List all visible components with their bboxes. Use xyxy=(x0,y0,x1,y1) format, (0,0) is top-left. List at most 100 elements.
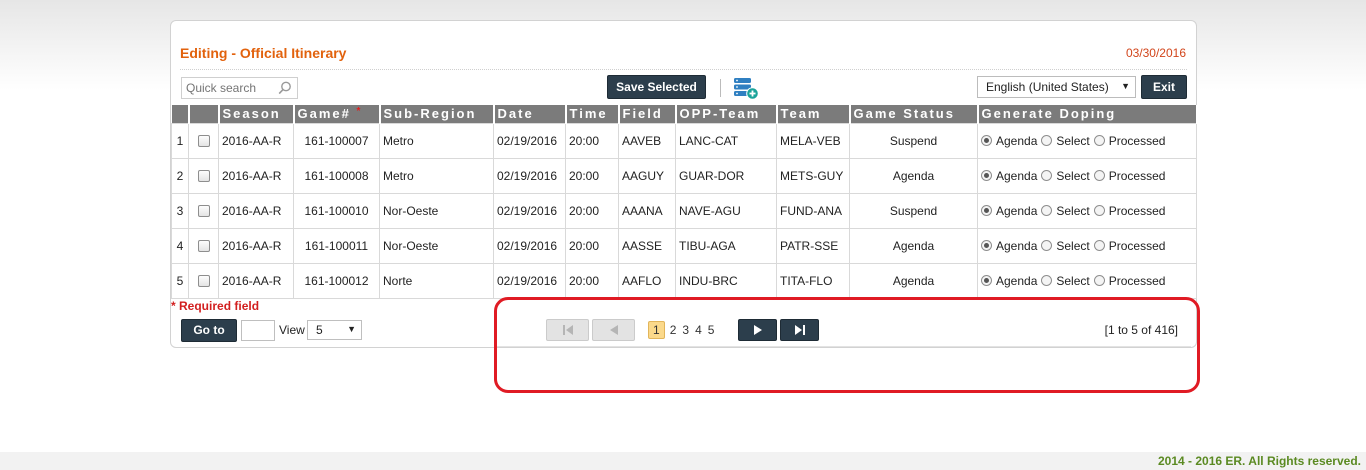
table-row[interactable]: 2 2016-AA-R 161-100008 Metro 02/19/2016 20:00… xyxy=(171,157,1197,194)
header-game-number[interactable]: Game# * xyxy=(293,105,381,123)
table-row[interactable]: 4 2016-AA-R 161-100011 Nor-Oeste 02/19/2016 2… xyxy=(171,227,1197,264)
go-to-button[interactable]: Go to xyxy=(181,319,237,342)
doping-radio-agenda[interactable] xyxy=(981,169,992,181)
doping-radio-select[interactable] xyxy=(1041,169,1053,181)
header-game-number-label: Game# xyxy=(297,106,351,122)
add-database-icon[interactable] xyxy=(733,76,759,100)
cell-team: PATR-SSE xyxy=(776,227,850,264)
doping-option-select[interactable]: Select xyxy=(1041,204,1090,218)
doping-option-select[interactable]: Select xyxy=(1041,133,1090,148)
header-opp-team[interactable]: OPP-Team xyxy=(675,105,778,123)
row-checkbox[interactable] xyxy=(197,240,210,253)
required-marker: * xyxy=(356,106,361,118)
doping-radio-processed[interactable] xyxy=(1093,134,1105,146)
row-number: 3 xyxy=(171,192,189,229)
doping-option-agenda[interactable]: Agenda xyxy=(981,134,1037,148)
table-row[interactable]: 1 2016-AA-R 161-100007 Metro 02/19/2016 20:00… xyxy=(171,122,1197,159)
doping-option-agenda[interactable]: Agenda xyxy=(981,204,1037,218)
header-field[interactable]: Field xyxy=(618,105,677,123)
doping-option-label: Select xyxy=(1056,273,1090,288)
cell-field: AAGUY xyxy=(618,157,676,194)
doping-radio-processed[interactable] xyxy=(1093,239,1105,251)
doping-option-label: Processed xyxy=(1108,168,1166,183)
doping-option-processed[interactable]: Processed xyxy=(1093,134,1165,148)
doping-radio-processed[interactable] xyxy=(1093,204,1105,216)
current-date: 03/30/2016 xyxy=(1125,46,1186,60)
exit-button[interactable]: Exit xyxy=(1141,75,1187,99)
doping-option-processed[interactable]: Processed xyxy=(1093,168,1166,183)
header-game-status[interactable]: Game Status xyxy=(849,105,979,123)
row-checkbox[interactable] xyxy=(197,205,210,218)
title-divider xyxy=(180,69,1187,70)
doping-radio-select[interactable] xyxy=(1041,134,1053,146)
footer-copyright: 2014 - 2016 ER. All Rights reserved. xyxy=(0,452,1366,470)
doping-radio-processed[interactable] xyxy=(1093,169,1105,181)
doping-option-label: Processed xyxy=(1108,238,1166,253)
doping-option-agenda[interactable]: Agenda xyxy=(981,274,1037,288)
cell-game-number: 161-100007 xyxy=(293,122,380,159)
header-date[interactable]: Date xyxy=(493,105,567,123)
doping-option-agenda[interactable]: Agenda xyxy=(981,169,1037,183)
itinerary-table: Season Game# * Sub-Region Date Time Fiel… xyxy=(171,105,1198,299)
language-select[interactable]: English (United States) ▼ xyxy=(977,76,1136,98)
save-selected-button[interactable]: Save Selected xyxy=(607,75,706,99)
doping-option-processed[interactable]: Processed xyxy=(1093,204,1165,218)
cell-select xyxy=(188,262,219,299)
header-generate-doping[interactable]: Generate Doping xyxy=(977,105,1198,123)
rows-per-page-select[interactable]: 5 ▼ xyxy=(307,320,362,340)
doping-option-select[interactable]: Select xyxy=(1041,168,1090,183)
cell-season: 2016-AA-R xyxy=(218,122,294,159)
cell-season: 2016-AA-R xyxy=(218,157,294,194)
doping-option-processed[interactable]: Processed xyxy=(1093,273,1166,288)
cell-date: 02/19/2016 xyxy=(493,227,566,264)
doping-option-label: Processed xyxy=(1108,273,1166,288)
doping-radio-agenda[interactable] xyxy=(981,204,992,216)
doping-radio-agenda[interactable] xyxy=(981,239,992,251)
doping-option-agenda[interactable]: Agenda xyxy=(981,239,1037,253)
doping-option-processed[interactable]: Processed xyxy=(1093,238,1166,253)
cell-opp-team: TIBU-AGA xyxy=(675,227,777,264)
header-team[interactable]: Team xyxy=(776,105,851,123)
doping-radio-processed[interactable] xyxy=(1093,274,1105,286)
header-time[interactable]: Time xyxy=(565,105,620,123)
page-title: Editing - Official Itinerary xyxy=(180,45,347,61)
row-checkbox[interactable] xyxy=(197,170,210,183)
doping-option-label: Agenda xyxy=(996,133,1038,148)
header-season[interactable]: Season xyxy=(218,105,295,123)
cell-field: AAANA xyxy=(618,192,676,229)
cell-game-status: Agenda xyxy=(849,227,978,264)
table-row[interactable]: 3 2016-AA-R 161-100010 Nor-Oeste 02/19/2016 2… xyxy=(171,192,1197,229)
doping-option-select[interactable]: Select xyxy=(1041,239,1090,253)
header-sub-region[interactable]: Sub-Region xyxy=(379,105,495,123)
cell-game-number: 161-100011 xyxy=(293,227,380,264)
doping-option-label: Select xyxy=(1056,168,1090,183)
row-checkbox[interactable] xyxy=(197,135,210,148)
doping-radio-agenda[interactable] xyxy=(981,274,992,286)
cell-opp-team: LANC-CAT xyxy=(675,122,777,159)
doping-radio-select[interactable] xyxy=(1041,239,1053,251)
view-label: View xyxy=(279,323,305,337)
doping-option-select[interactable]: Select xyxy=(1041,273,1090,288)
doping-option-label: Select xyxy=(1056,133,1090,148)
cell-season: 2016-AA-R xyxy=(218,262,294,299)
quick-search-input[interactable] xyxy=(182,78,277,98)
toolbar-separator xyxy=(720,79,721,97)
cell-field: AASSE xyxy=(618,227,676,264)
search-icon[interactable] xyxy=(278,81,292,95)
cell-game-number: 161-100008 xyxy=(293,157,380,194)
cell-game-status: Agenda xyxy=(849,262,978,299)
cell-sub-region: Nor-Oeste xyxy=(379,227,494,264)
cell-field: AAVEB xyxy=(618,122,676,159)
doping-option-label: Agenda xyxy=(996,273,1038,288)
cell-select xyxy=(188,192,219,229)
row-checkbox[interactable] xyxy=(197,275,210,288)
cell-select xyxy=(188,122,219,159)
doping-option-label: Agenda xyxy=(996,168,1038,183)
doping-radio-agenda[interactable] xyxy=(981,134,992,146)
cell-select xyxy=(188,157,219,194)
cell-select xyxy=(188,227,219,264)
doping-radio-select[interactable] xyxy=(1041,204,1053,216)
table-row[interactable]: 5 2016-AA-R 161-100012 Norte 02/19/2016 20:00… xyxy=(171,262,1197,299)
doping-radio-select[interactable] xyxy=(1041,274,1053,286)
go-to-page-input[interactable] xyxy=(241,320,275,341)
